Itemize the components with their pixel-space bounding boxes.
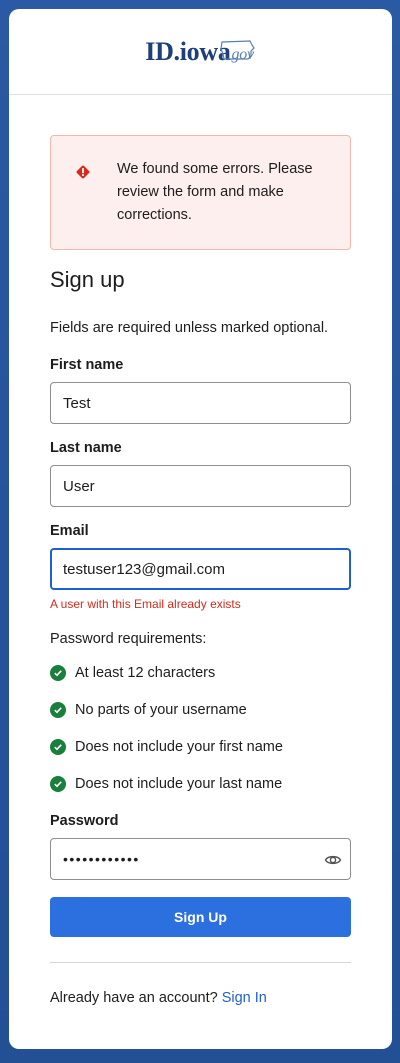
first-name-input[interactable]: Test [50, 382, 351, 424]
first-name-label: First name [50, 357, 124, 373]
check-circle-icon [50, 739, 66, 755]
error-alert: We found some errors. Please review the … [50, 135, 351, 250]
email-input[interactable]: testuser123@gmail.com [50, 548, 351, 590]
email-label: Email [50, 523, 89, 539]
header: ID.iowa gov [9, 9, 392, 95]
check-circle-icon [50, 665, 66, 681]
sign-in-prompt-text: Already have an account? [50, 990, 218, 1006]
iowa-state-outline-icon [220, 39, 255, 60]
error-alert-message: We found some errors. Please review the … [117, 161, 313, 223]
logo-main-text: ID.iowa [145, 36, 231, 66]
show-password-eye-icon[interactable] [324, 851, 342, 869]
password-requirement-text: Does not include your first name [75, 739, 283, 755]
id-iowa-logo: ID.iowa gov [145, 37, 256, 67]
check-circle-icon [50, 702, 66, 718]
password-requirement-text: At least 12 characters [75, 665, 216, 681]
last-name-label: Last name [50, 440, 122, 456]
password-requirement-text: No parts of your username [75, 702, 247, 718]
last-name-input[interactable]: User [50, 465, 351, 507]
password-requirements-title: Password requirements: [50, 631, 207, 647]
page-title: Sign up [50, 267, 125, 292]
sign-in-link[interactable]: Sign In [222, 990, 267, 1006]
sign-up-button[interactable]: Sign Up [50, 897, 351, 937]
password-requirement-text: Does not include your last name [75, 776, 283, 792]
password-label: Password [50, 813, 119, 829]
required-fields-hint: Fields are required unless marked option… [50, 320, 329, 336]
password-masked-value: •••••••••••• [63, 851, 140, 867]
check-circle-icon [50, 776, 66, 792]
password-requirement-item: At least 12 characters [50, 665, 215, 681]
signup-card: ID.iowa gov We found some errors. Please… [9, 9, 392, 1049]
error-diamond-icon [76, 165, 90, 179]
email-error-message: A user with this Email already exists [50, 597, 241, 611]
sign-in-prompt: Already have an account? Sign In [50, 990, 267, 1006]
password-requirement-item: No parts of your username [50, 702, 247, 718]
password-requirement-item: Does not include your last name [50, 776, 282, 792]
password-requirement-item: Does not include your first name [50, 739, 283, 755]
divider [50, 962, 351, 963]
password-input[interactable]: •••••••••••• [50, 838, 351, 880]
